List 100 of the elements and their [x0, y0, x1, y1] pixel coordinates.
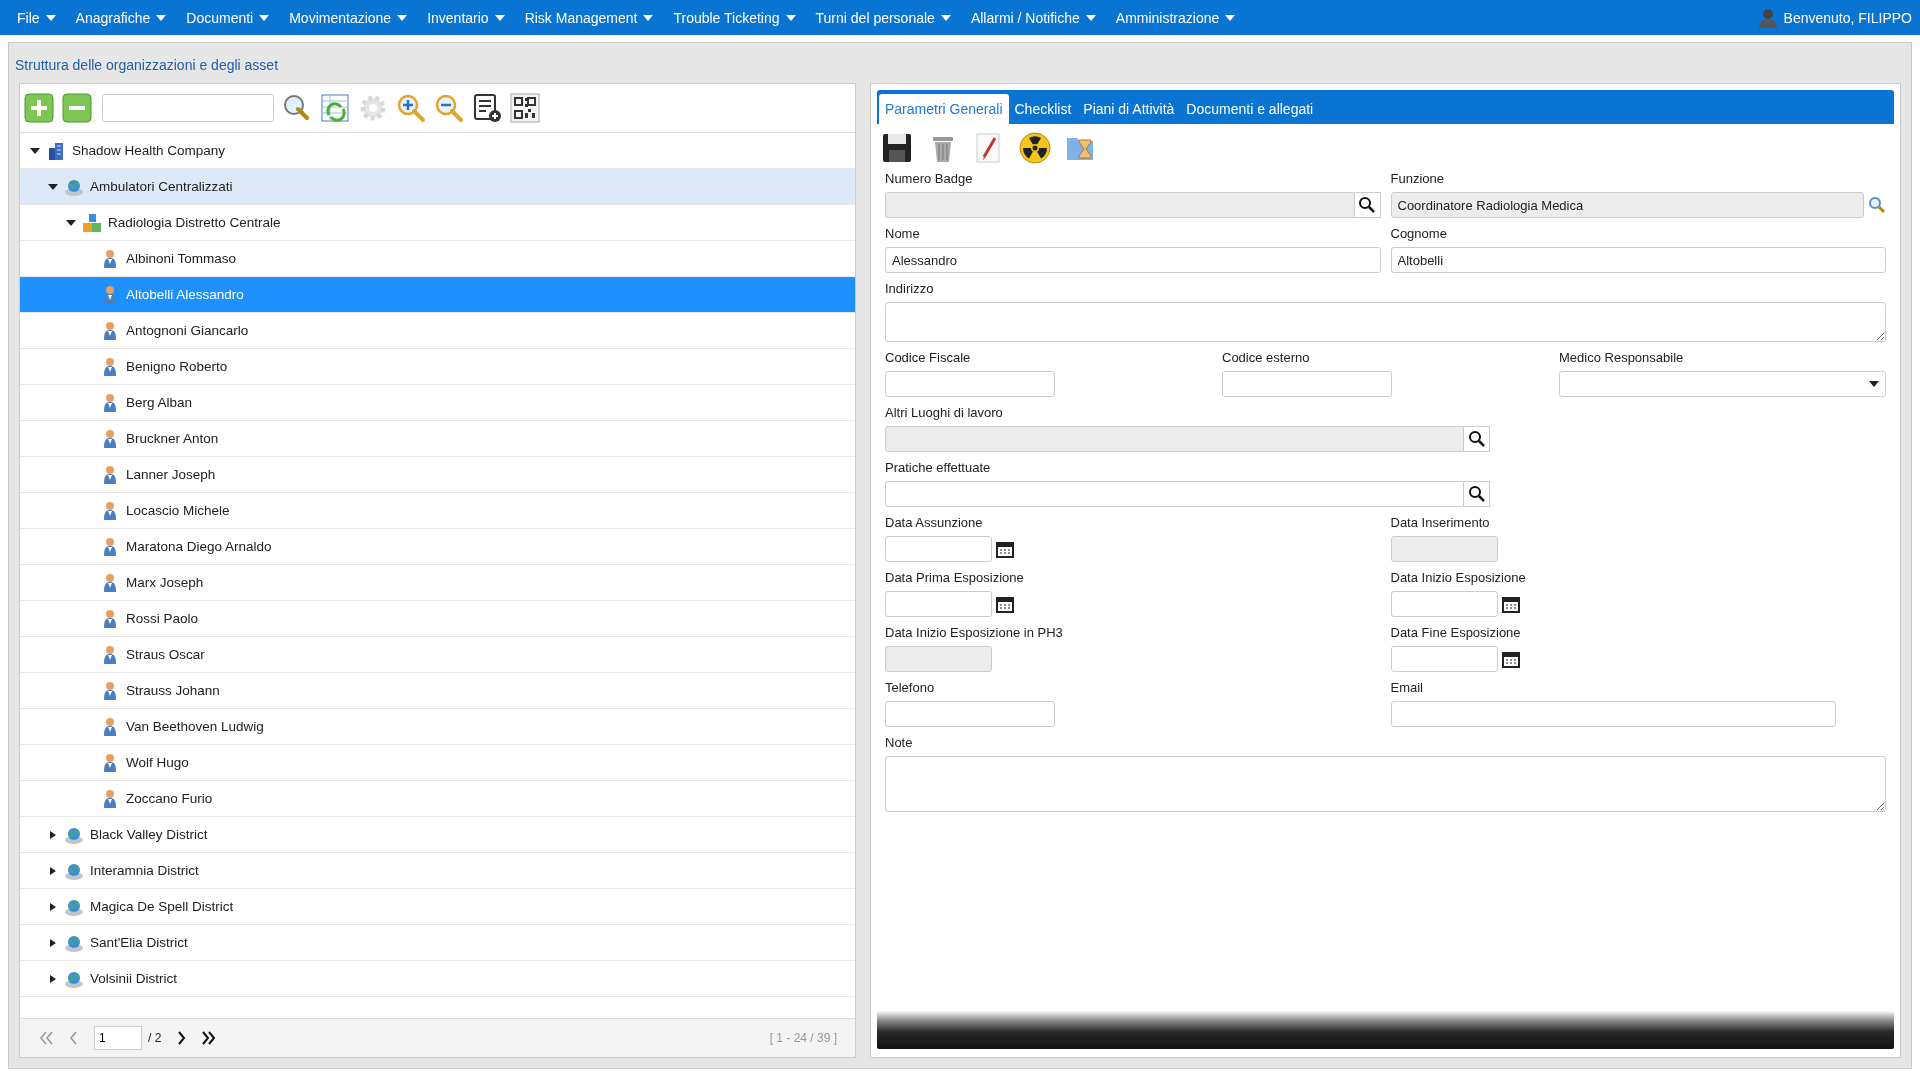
text-field[interactable]	[885, 701, 1055, 727]
menu-item[interactable]: Documenti	[177, 9, 279, 26]
date-field[interactable]	[1390, 591, 1498, 617]
field-label: Telefono	[885, 679, 935, 697]
menu-item[interactable]: Turni del personale	[806, 9, 960, 26]
field-label: Codice esterno	[1222, 349, 1310, 367]
blocks-icon	[82, 212, 102, 233]
text-field[interactable]	[1222, 371, 1392, 397]
search-button[interactable]	[1464, 426, 1490, 452]
field-label: Data Fine Esposizione	[1390, 624, 1521, 642]
welcome-text: Benvenuto, FILIPPO	[1783, 9, 1912, 26]
menu-item[interactable]: Movimentazione	[280, 9, 417, 26]
tree-item[interactable]: Van Beethoven Ludwig	[20, 709, 855, 745]
text-field[interactable]: Altobelli	[1390, 247, 1886, 273]
date-field[interactable]	[885, 591, 992, 617]
double-chevron-right-icon[interactable]	[201, 1030, 218, 1046]
search-icon[interactable]	[282, 93, 312, 123]
field-label: Data Inizio Esposizione in PH3	[885, 624, 1063, 642]
tab[interactable]: Documenti e allegati	[1180, 94, 1320, 124]
field-label: Altri Luoghi di lavoro	[885, 404, 1003, 422]
tree-item[interactable]: Antognoni Giancarlo	[20, 313, 855, 349]
tree-item[interactable]: Marx Joseph	[20, 565, 855, 601]
text-field[interactable]	[1390, 701, 1836, 727]
field-label: Data Assunzione	[885, 514, 983, 532]
expand-icon[interactable]	[48, 866, 58, 875]
radiation-icon[interactable]	[1019, 132, 1051, 164]
zoom-in-icon[interactable]	[396, 93, 426, 123]
field-label: Indirizzo	[885, 280, 934, 298]
buildings-icon	[46, 140, 66, 161]
caret-icon	[45, 14, 56, 21]
collapse-icon[interactable]	[30, 146, 40, 155]
tree-item[interactable]: Bruckner Anton	[20, 421, 855, 457]
tab[interactable]: Checklist	[1008, 94, 1078, 124]
tree-item[interactable]: Wolf Hugo	[20, 745, 855, 781]
search-field[interactable]	[885, 481, 1464, 507]
menu-item[interactable]: Amministrazione	[1106, 9, 1245, 26]
tree-item[interactable]: Interamnia District	[20, 853, 855, 889]
tree-item[interactable]: Zoccano Furio	[20, 781, 855, 817]
search-button[interactable]	[1354, 192, 1381, 218]
collapse-icon[interactable]	[48, 182, 58, 191]
date-field[interactable]	[1390, 646, 1498, 672]
minus-icon[interactable]	[62, 93, 92, 123]
tree-item[interactable]: Benigno Roberto	[20, 349, 855, 385]
tab[interactable]: Parametri Generali	[879, 94, 1009, 124]
tree-item[interactable]: Sant'Elia District	[20, 925, 855, 961]
expand-icon[interactable]	[48, 830, 58, 839]
caret-icon	[494, 14, 505, 21]
caret-icon	[1869, 381, 1879, 387]
tree-item[interactable]: Strauss Johann	[20, 673, 855, 709]
plus-icon[interactable]	[24, 93, 54, 123]
field-label: Medico Responsabile	[1559, 349, 1684, 367]
tree-item[interactable]: Volsinii District	[20, 961, 855, 997]
expand-icon[interactable]	[48, 938, 58, 947]
page-number-field[interactable]: 1	[94, 1026, 142, 1050]
menu-item[interactable]: Trouble Ticketing	[664, 9, 805, 26]
tree-item[interactable]: Locascio Michele	[20, 493, 855, 529]
zoom-out-icon[interactable]	[434, 93, 464, 123]
calendar-icon[interactable]	[1501, 650, 1520, 668]
page-title: Struttura delle organizzazioni e degli asset	[14, 56, 280, 75]
qr-code-icon[interactable]	[510, 93, 540, 123]
field-label: Cognome	[1390, 225, 1447, 243]
dropdown-field[interactable]	[1559, 371, 1886, 397]
tree-item[interactable]: Black Valley District	[20, 817, 855, 853]
calendar-icon[interactable]	[1501, 595, 1520, 613]
field-label: Data Prima Esposizione	[885, 569, 1024, 587]
date-field[interactable]	[885, 536, 992, 562]
tree-item[interactable]: Rossi Paolo	[20, 601, 855, 637]
menu-item[interactable]: Allarmi / Notifiche	[961, 9, 1105, 26]
menu-item[interactable]: File	[8, 9, 65, 26]
tab[interactable]: Piani di Attività	[1077, 94, 1181, 124]
search-icon[interactable]	[1868, 196, 1886, 214]
text-field[interactable]: Alessandro	[885, 247, 1381, 273]
caret-icon	[397, 14, 408, 21]
tree-item[interactable]: Lanner Joseph	[20, 457, 855, 493]
calendar-icon[interactable]	[996, 595, 1014, 613]
table-refresh-icon[interactable]	[320, 93, 350, 123]
tree-item[interactable]: Maratona Diego Arnaldo	[20, 529, 855, 565]
calendar-icon[interactable]	[996, 540, 1014, 558]
expand-icon[interactable]	[48, 902, 58, 911]
user-icon	[1757, 7, 1778, 28]
tree-item[interactable]: Ambulatori Centralizzati	[20, 169, 855, 205]
field-label: Nome	[885, 225, 920, 243]
search-field[interactable]	[102, 94, 274, 122]
tree-item[interactable]: Straus Oscar	[20, 637, 855, 673]
caret-icon	[259, 14, 270, 21]
caret-icon	[1225, 14, 1236, 21]
caret-icon	[643, 14, 654, 21]
field-label: Note	[885, 734, 913, 752]
menu-item[interactable]: Anagrafiche	[66, 9, 176, 26]
expand-icon[interactable]	[48, 974, 58, 983]
menu-item[interactable]: Risk Management	[515, 9, 663, 26]
menu-item[interactable]: Inventario	[418, 9, 514, 26]
tree-item[interactable]: Magica De Spell District	[20, 889, 855, 925]
text-field[interactable]	[885, 371, 1055, 397]
collapse-icon[interactable]	[66, 218, 76, 227]
search-button[interactable]	[1464, 481, 1490, 507]
tree-item[interactable]: Berg Alban	[20, 385, 855, 421]
tree-item[interactable]: Radiologia Distretto Centrale	[20, 205, 855, 241]
field-label: Codice Fiscale	[885, 349, 971, 367]
list-add-icon[interactable]	[472, 93, 502, 123]
